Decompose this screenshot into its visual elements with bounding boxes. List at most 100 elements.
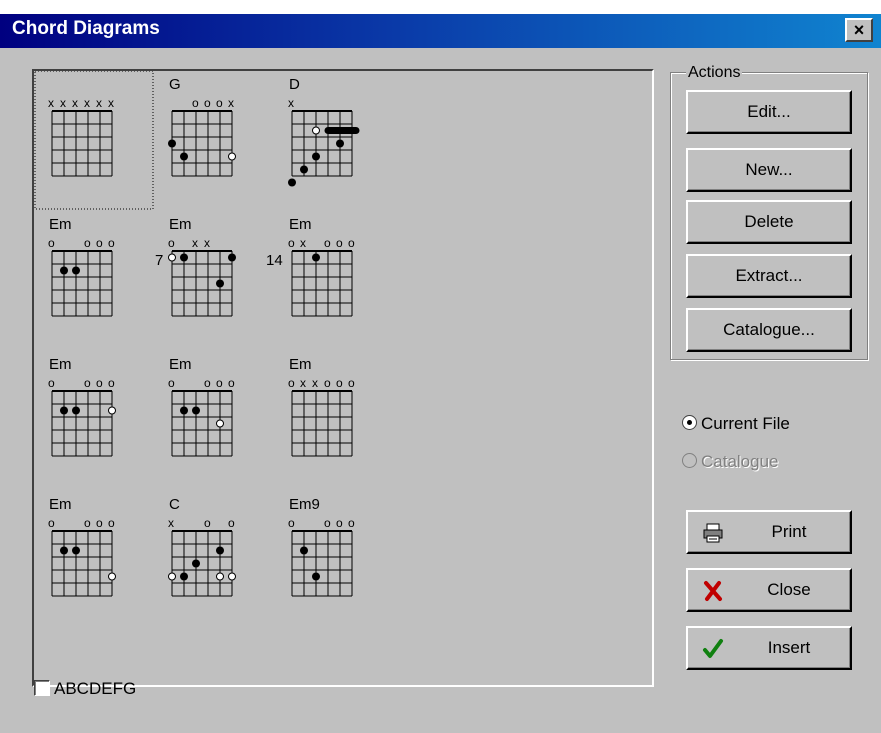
- string-marker: o: [96, 516, 103, 530]
- finger-dot: [336, 139, 344, 148]
- extract-button[interactable]: Extract...: [686, 254, 852, 298]
- selection-focus: [34, 71, 154, 210]
- finger-dot: [72, 546, 80, 555]
- string-marker: o: [84, 516, 91, 530]
- edit-button[interactable]: Edit...: [686, 90, 852, 134]
- string-marker: x: [300, 236, 306, 250]
- close-icon[interactable]: ×: [845, 18, 873, 42]
- string-marker: x: [300, 376, 306, 390]
- chord-name: Em: [49, 496, 72, 513]
- new-button[interactable]: New...: [686, 148, 852, 192]
- string-marker: o: [288, 376, 295, 390]
- actions-group-label: Actions: [686, 64, 743, 82]
- finger-dot: [180, 152, 188, 161]
- string-marker: o: [336, 376, 343, 390]
- insert-button[interactable]: Insert: [686, 626, 852, 670]
- string-marker: o: [84, 376, 91, 390]
- chord-name: Em: [49, 356, 72, 373]
- chord-list-panel[interactable]: x x x x x x Go o o x Dx Em o o o o Em o x x 7 Em o x o o o 14 Em o o o o…: [32, 69, 654, 687]
- string-marker: x: [60, 96, 66, 110]
- chord-name: Em: [289, 356, 312, 373]
- string-marker: o: [96, 236, 103, 250]
- string-marker: o: [216, 376, 223, 390]
- finger-dot: [180, 406, 188, 415]
- chord-name: G: [169, 76, 181, 93]
- radio-unselected-icon: [682, 453, 697, 468]
- string-marker: o: [204, 376, 211, 390]
- chord-diagram[interactable]: Emo o o o: [48, 356, 116, 457]
- string-marker: o: [108, 236, 115, 250]
- string-marker: x: [168, 516, 174, 530]
- finger-dot: [180, 253, 188, 262]
- string-marker: x: [204, 236, 210, 250]
- chord-name: C: [169, 496, 180, 513]
- string-marker: o: [48, 516, 55, 530]
- abcdefg-checkbox[interactable]: ABCDEFG: [34, 679, 136, 699]
- finger-dot: [300, 165, 308, 174]
- checkbox-icon: [34, 680, 50, 696]
- chord-name: Em: [169, 356, 192, 373]
- finger-dot: [216, 279, 224, 288]
- catalogue-radio: Catalogue: [682, 452, 779, 472]
- chord-diagram[interactable]: xxxxxx: [34, 71, 154, 210]
- chord-diagrams-dialog: Chord Diagrams × x x x x x x Go o o x Dx Em o o o o Em o x…: [0, 14, 881, 733]
- fret-label: 7: [155, 252, 163, 269]
- chord-diagram[interactable]: Emo x o o o14: [266, 216, 355, 317]
- close-button[interactable]: Close: [686, 568, 852, 612]
- chord-diagram[interactable]: Em o x x 7: [155, 216, 236, 317]
- chord-diagram[interactable]: Go o o x: [168, 76, 236, 177]
- string-marker: x: [72, 96, 78, 110]
- chord-diagram[interactable]: Cx o o: [168, 496, 236, 597]
- print-button[interactable]: Print: [686, 510, 852, 554]
- open-dot: [168, 572, 176, 581]
- string-marker: o: [84, 236, 91, 250]
- open-dot: [228, 152, 236, 161]
- chord-diagram[interactable]: Emo o o o: [48, 216, 115, 317]
- finger-dot: [60, 266, 68, 275]
- finger-dot: [168, 139, 176, 148]
- string-marker: o: [288, 516, 295, 530]
- finger-dot: [300, 546, 308, 555]
- chord-diagram[interactable]: Emo o o o: [48, 496, 116, 597]
- chord-diagram[interactable]: Em9o o o o: [288, 496, 355, 597]
- finger-dot: [72, 266, 80, 275]
- chord-diagram[interactable]: Dx: [288, 76, 360, 187]
- string-marker: x: [96, 96, 102, 110]
- finger-dot: [288, 178, 296, 187]
- string-marker: x: [48, 96, 54, 110]
- chord-name: Em: [169, 216, 192, 233]
- string-marker: o: [168, 236, 175, 250]
- string-marker: o: [48, 236, 55, 250]
- string-marker: o: [324, 376, 331, 390]
- open-dot: [168, 253, 176, 262]
- finger-dot: [312, 152, 320, 161]
- string-marker: o: [336, 516, 343, 530]
- chord-diagram[interactable]: Emo x x o o o: [288, 356, 355, 457]
- string-marker: o: [216, 96, 223, 110]
- open-dot: [312, 126, 320, 135]
- finger-dot: [192, 559, 200, 568]
- string-marker: o: [204, 516, 211, 530]
- string-marker: o: [96, 376, 103, 390]
- string-marker: o: [348, 376, 355, 390]
- string-marker: o: [324, 516, 331, 530]
- finger-dot: [216, 546, 224, 555]
- chord-grid[interactable]: x x x x x xGo o o xDxEmo o o oEmo x x7Emo x o o o14Emo o o o…: [34, 71, 652, 685]
- string-marker: x: [288, 96, 294, 110]
- chord-diagram[interactable]: Emo o o o: [168, 356, 235, 457]
- string-marker: x: [108, 96, 114, 110]
- string-marker: o: [204, 96, 211, 110]
- string-marker: o: [192, 96, 199, 110]
- delete-button[interactable]: Delete: [686, 200, 852, 244]
- string-marker: o: [324, 236, 331, 250]
- open-dot: [108, 572, 116, 581]
- catalogue-button[interactable]: Catalogue...: [686, 308, 852, 352]
- finger-dot: [60, 546, 68, 555]
- string-marker: x: [84, 96, 90, 110]
- current-file-radio[interactable]: Current File: [682, 414, 790, 434]
- open-dot: [216, 419, 224, 428]
- finger-dot: [180, 572, 188, 581]
- string-marker: x: [228, 96, 234, 110]
- string-marker: x: [312, 376, 318, 390]
- finger-dot: [228, 253, 236, 262]
